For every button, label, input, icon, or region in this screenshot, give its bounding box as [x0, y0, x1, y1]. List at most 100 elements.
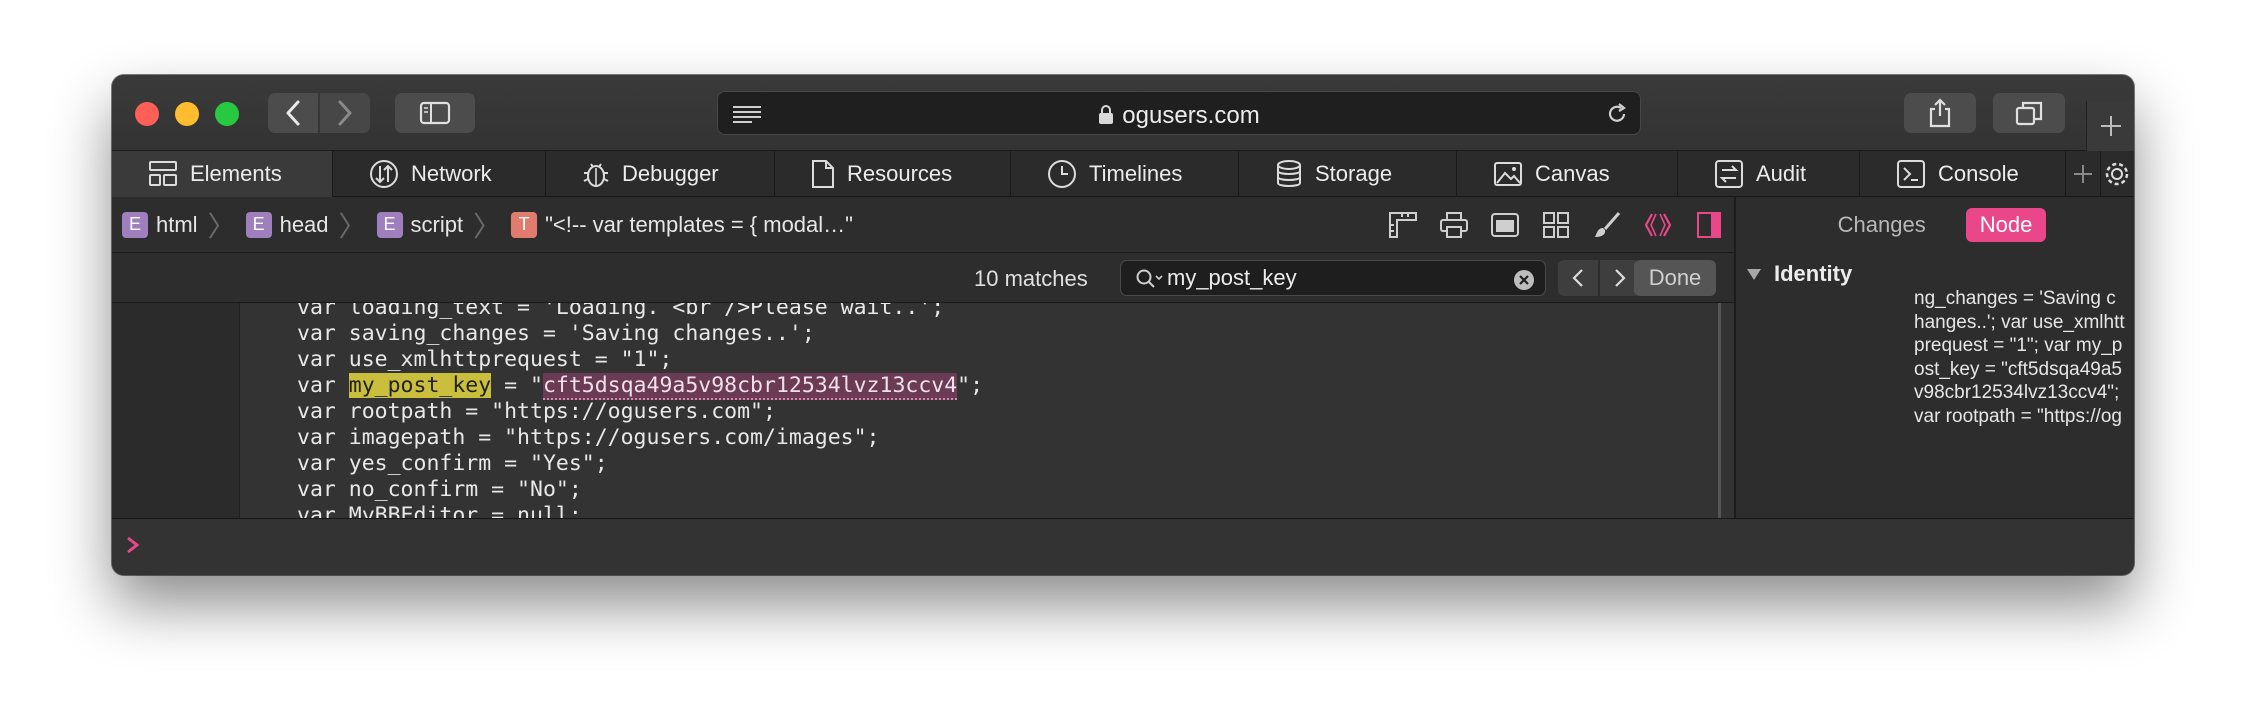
text-badge: T [511, 211, 538, 238]
ruler-icon [1388, 212, 1417, 238]
window-icon [1490, 213, 1519, 237]
sidebar-icon [419, 101, 451, 125]
print-styles-button[interactable] [1428, 197, 1479, 253]
chevron-right-icon [1615, 269, 1626, 287]
plus-icon [2074, 165, 2092, 183]
console-icon [1897, 160, 1925, 188]
devtools-tab-bar: Elements Network Debugger Resources Time… [112, 151, 2134, 197]
find-previous-button[interactable] [1558, 260, 1598, 296]
add-tab-button[interactable] [2066, 151, 2100, 197]
tab-label: Elements [190, 161, 282, 186]
console-prompt-area[interactable] [112, 518, 2134, 575]
breadcrumb-label: "<!-- var templates = { modal…" [545, 211, 853, 237]
shadow-dom-icon [1644, 213, 1671, 237]
network-icon [370, 160, 398, 188]
code-line: var no_confirm = "No"; [297, 477, 582, 502]
prompt-chevron-icon [127, 536, 140, 554]
resources-icon [812, 160, 834, 188]
code-line-post-key: var my_post_key = "cft5dsqa49a5v98cbr125… [297, 373, 984, 400]
reload-icon[interactable] [1606, 102, 1628, 126]
breadcrumb-item-html[interactable]: E html 〉 [122, 205, 236, 245]
grid-icon [1542, 212, 1569, 238]
clear-icon[interactable] [1513, 269, 1535, 291]
find-input[interactable] [1167, 264, 1507, 292]
breadcrumb-label: html [156, 211, 198, 237]
new-tab-button[interactable] [2086, 101, 2134, 151]
share-button[interactable] [1904, 93, 1976, 133]
chevron-left-icon [286, 100, 300, 126]
layers-button[interactable] [1479, 197, 1530, 253]
tab-changes[interactable]: Changes [1824, 208, 1940, 242]
element-badge: E [376, 211, 403, 238]
post-key-value: cft5dsqa49a5v98cbr12534lvz13ccv4 [542, 373, 958, 400]
address-text-wrap: ogusers.com [718, 102, 1640, 130]
scrollbar[interactable] [1718, 303, 1721, 518]
tab-label: Storage [1315, 161, 1393, 186]
chevron-right-icon [338, 100, 352, 126]
tab-storage[interactable]: Storage [1239, 151, 1457, 197]
tab-timelines[interactable]: Timelines [1011, 151, 1239, 197]
breadcrumb-label: script [410, 211, 464, 237]
element-badge: E [245, 211, 272, 238]
forward-button[interactable] [320, 93, 370, 133]
audit-icon [1715, 160, 1743, 188]
tab-elements[interactable]: Elements [112, 151, 333, 197]
disclosure-triangle-icon [1747, 269, 1761, 280]
share-icon [1929, 98, 1951, 128]
node-value-text: ng_changes = 'Saving changes..'; var use… [1914, 288, 2125, 427]
lock-icon [1099, 105, 1114, 124]
code-line: var imagepath = "https://ogusers.com/ima… [297, 425, 880, 450]
code-line: var rootpath = "https://ogusers.com"; [297, 399, 776, 424]
sidebar-toggle-button[interactable] [395, 93, 475, 133]
find-field[interactable] [1120, 260, 1546, 296]
tab-console[interactable]: Console [1860, 151, 2066, 197]
details-sidebar: Changes Node Identity ng_changes = 'Savi… [1734, 197, 2134, 518]
details-sidebar-toggle[interactable] [1683, 197, 1734, 253]
breadcrumb-separator: 〉 [207, 210, 236, 242]
tab-label: Canvas [1535, 161, 1610, 186]
search-match-highlight: my_post_key [348, 373, 492, 398]
breadcrumb-item-script[interactable]: E script 〉 [376, 205, 501, 245]
tab-label: Audit [1756, 161, 1807, 186]
code-line: var loading_text = 'Loading. <br />Pleas… [297, 303, 945, 320]
element-badge: E [122, 211, 148, 238]
code-line: var yes_confirm = "Yes"; [297, 451, 608, 476]
breadcrumb-item-text[interactable]: T "<!-- var templates = { modal…" [511, 211, 853, 238]
rulers-button[interactable] [1377, 197, 1428, 253]
code-line: var use_xmlhttprequest = "1"; [297, 347, 673, 372]
plus-icon [2100, 116, 2121, 136]
tab-network[interactable]: Network [333, 151, 546, 197]
tab-audit[interactable]: Audit [1678, 151, 1860, 197]
breadcrumb-separator: 〉 [338, 210, 367, 242]
line-gutter [112, 303, 240, 518]
breadcrumb-item-head[interactable]: E head 〉 [245, 205, 367, 245]
canvas-icon [1494, 162, 1522, 186]
find-done-button[interactable]: Done [1634, 260, 1716, 296]
chevron-left-icon [1572, 269, 1583, 287]
zoom-window-button[interactable] [215, 102, 239, 126]
clock-icon [1048, 160, 1076, 188]
shadow-dom-button[interactable] [1632, 197, 1683, 253]
settings-button[interactable] [2100, 151, 2134, 197]
paint-flashing-button[interactable] [1581, 197, 1632, 253]
minimize-window-button[interactable] [175, 102, 199, 126]
source-code-view[interactable]: var loading_text = 'Loading. <br />Pleas… [112, 303, 1734, 518]
tabs-overview-icon [2015, 101, 2043, 126]
tab-node[interactable]: Node [1965, 208, 2047, 242]
tab-resources[interactable]: Resources [775, 151, 1011, 197]
title-bar: ogusers.com [112, 75, 2134, 151]
tab-debugger[interactable]: Debugger [546, 151, 775, 197]
back-button[interactable] [268, 93, 318, 133]
tab-label: Console [1938, 161, 2019, 186]
identity-section-header[interactable]: Identity [1746, 261, 1852, 287]
composite-borders-button[interactable] [1530, 197, 1581, 253]
code-text: var loading_text = 'Loading. <br />Pleas… [297, 303, 983, 518]
tab-overview-button[interactable] [1993, 93, 2065, 133]
breadcrumb: E html 〉 E head 〉 E script 〉 T "<!-- var… [112, 197, 1734, 253]
address-bar[interactable]: ogusers.com [717, 91, 1641, 135]
close-window-button[interactable] [135, 102, 159, 126]
browser-window: ogusers.com Elements Network Debugger Re… [112, 75, 2134, 575]
brush-icon [1594, 212, 1620, 237]
tab-label: Debugger [622, 161, 719, 186]
tab-canvas[interactable]: Canvas [1457, 151, 1678, 197]
